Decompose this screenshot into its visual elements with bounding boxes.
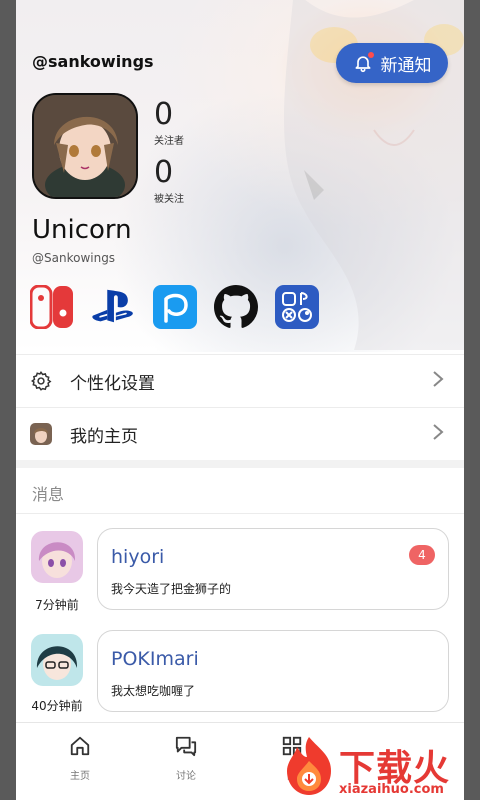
nintendo-switch-icon[interactable] [30, 285, 74, 329]
profile-header-background: @sankowings 新通知 0 关注者 0 被关注 Unicorn @San… [16, 0, 464, 352]
messages-section-title: 消息 [32, 485, 65, 504]
display-name: Unicorn [32, 215, 132, 245]
message-avatar[interactable] [31, 634, 83, 686]
new-notification-button[interactable]: 新通知 [336, 43, 448, 83]
chat-bubbles-icon [156, 733, 216, 759]
profile-avatar[interactable] [32, 93, 138, 199]
small-avatar-icon [30, 423, 52, 445]
unread-badge: 4 [409, 545, 435, 565]
message-time: 40分钟前 [31, 699, 83, 713]
followers-label: 关注者 [154, 136, 184, 147]
pixiv-icon[interactable] [153, 285, 197, 329]
chevron-right-icon [432, 422, 444, 446]
notification-dot [368, 52, 374, 58]
message-sender-name: POKImari [111, 648, 199, 670]
followers-count: 0 [154, 97, 174, 132]
chevron-right-icon [432, 369, 444, 393]
message-preview: 我太想吃咖喱了 [111, 684, 196, 698]
new-notification-label: 新通知 [380, 55, 432, 76]
my-homepage-label: 我的主页 [70, 426, 138, 447]
tab-home-label: 主页 [70, 771, 90, 782]
message-preview: 我今天造了把金狮子的 [111, 582, 232, 596]
my-homepage-row[interactable]: 我的主页 [16, 407, 464, 460]
github-icon[interactable] [214, 285, 258, 329]
message-card[interactable]: POKImari 我太想吃咖喱了 [97, 630, 449, 712]
followers-stat[interactable]: 0 关注者 [154, 97, 184, 148]
tab-home[interactable]: 主页 [50, 733, 110, 782]
watermark-logo: 下载火 xiazaihuo.com [279, 735, 467, 800]
home-icon [50, 733, 110, 759]
following-stat[interactable]: 0 被关注 [154, 155, 184, 206]
personalization-settings-label: 个性化设置 [70, 373, 155, 394]
playstation-icon[interactable] [91, 285, 135, 329]
gear-icon [30, 370, 52, 392]
tab-discussion-label: 讨论 [176, 771, 196, 782]
personalization-settings-row[interactable]: 个性化设置 [16, 354, 464, 407]
flame-logo-icon [287, 737, 331, 795]
following-count: 0 [154, 155, 174, 190]
section-divider [16, 460, 464, 468]
profile-handle: @Sankowings [32, 251, 116, 265]
message-sender-name: hiyori [111, 546, 165, 568]
phone-screen: @sankowings 新通知 0 关注者 0 被关注 Unicorn @San… [16, 0, 464, 800]
following-label: 被关注 [154, 194, 184, 205]
watermark-url: xiazaihuo.com [339, 782, 444, 797]
tab-discussion[interactable]: 讨论 [156, 733, 216, 782]
message-avatar[interactable] [31, 531, 83, 583]
avatar-illustration [34, 95, 136, 197]
divider [16, 513, 464, 514]
message-time: 7分钟前 [35, 598, 79, 612]
multi-platform-icon[interactable] [275, 285, 319, 329]
username-top: @sankowings [32, 52, 154, 71]
message-card[interactable]: hiyori 4 我今天造了把金狮子的 [97, 528, 449, 610]
